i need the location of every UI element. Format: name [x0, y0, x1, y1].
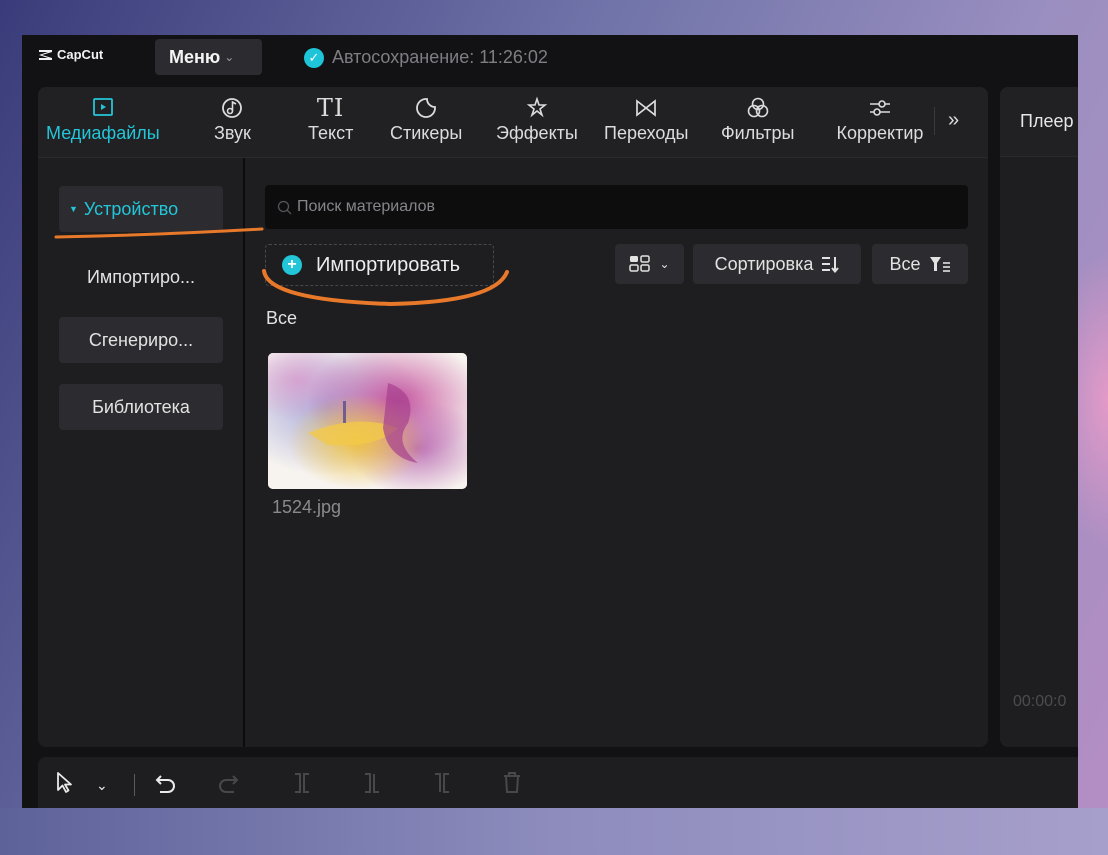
chevron-down-icon[interactable]: ⌄: [96, 777, 108, 794]
search-input[interactable]: Поиск материалов: [265, 185, 968, 229]
tab-adjust[interactable]: Корректир: [826, 93, 934, 144]
autosave-text: Автосохранение: 11:26:02: [332, 47, 548, 67]
plus-icon: +: [282, 255, 302, 275]
media-thumbnail[interactable]: [268, 353, 467, 489]
audio-icon: [220, 93, 244, 123]
caret-down-icon: ▼: [69, 204, 78, 214]
undo-icon[interactable]: [154, 771, 178, 801]
import-label: Импортировать: [316, 253, 461, 276]
tab-effects[interactable]: Эффекты: [496, 93, 578, 144]
filters-icon: [745, 93, 771, 123]
player-panel: Плеер 00:00:0: [1000, 87, 1078, 747]
tab-audio[interactable]: Звук: [214, 93, 251, 144]
media-file-name: 1524.jpg: [272, 497, 342, 517]
capcut-window: CapCut Меню ⌄ ✓ Автосохранение: 11:26:02…: [22, 35, 1078, 808]
player-header: Плеер: [1000, 87, 1078, 157]
player-timecode: 00:00:0: [1013, 693, 1067, 710]
delete-icon[interactable]: [500, 771, 524, 801]
transitions-icon: [633, 93, 659, 123]
sort-button[interactable]: Сортировка: [693, 244, 861, 284]
tab-label: Корректир: [836, 123, 924, 143]
tab-filters[interactable]: Фильтры: [721, 93, 794, 144]
tab-label: Текст: [308, 123, 354, 143]
sidebar-item-label: Импортиро...: [86, 266, 195, 287]
tab-label: Переходы: [604, 123, 689, 143]
search-icon: [277, 200, 292, 214]
import-button[interactable]: + Импортировать: [265, 244, 494, 286]
toolbar-divider: [134, 774, 135, 796]
watercolor-image: [268, 353, 467, 489]
sidebar-item-label: Устройство: [83, 198, 179, 219]
split-icon[interactable]: [290, 771, 314, 801]
tab-label: Стикеры: [390, 123, 463, 143]
text-icon: TI: [316, 94, 345, 122]
tab-media[interactable]: Медиафайлы: [46, 93, 160, 144]
tab-label: Медиафайлы: [46, 123, 160, 143]
section-label: Все: [266, 308, 298, 328]
player-title: Плеер: [1020, 111, 1074, 131]
sidebar-item-generated[interactable]: Сгенериро...: [59, 317, 223, 363]
sidebar-item-label: Сгенериро...: [88, 329, 194, 350]
app-logo: CapCut: [38, 47, 103, 62]
menu-button[interactable]: Меню ⌄: [155, 39, 262, 75]
view-mode-button[interactable]: ⌄: [615, 244, 684, 284]
sidebar-divider: [243, 158, 245, 747]
media-panel: Медиафайлы Звук TI Текст Стикеры Эффекты…: [38, 87, 988, 747]
sidebar-item-imported[interactable]: Импортиро...: [59, 254, 223, 300]
tab-label: Эффекты: [496, 123, 578, 143]
select-cursor-icon[interactable]: [54, 771, 76, 801]
more-tabs-icon[interactable]: »: [948, 109, 959, 132]
tabs-divider: [934, 107, 935, 135]
chevron-down-icon: ⌄: [224, 50, 235, 64]
check-icon: ✓: [304, 47, 324, 68]
redo-icon[interactable]: [216, 771, 240, 801]
desktop-background: [0, 808, 1108, 855]
tab-label: Звук: [214, 123, 251, 143]
sort-icon: [822, 257, 840, 273]
sidebar-item-device[interactable]: ▼ Устройство: [59, 186, 223, 232]
adjust-icon: [867, 93, 893, 123]
sidebar-item-library[interactable]: Библиотека: [59, 384, 223, 430]
filter-label: Все: [889, 253, 921, 274]
source-sidebar: ▼ Устройство Импортиро... Сгенериро... Б…: [38, 158, 243, 747]
filter-button[interactable]: Все: [872, 244, 968, 284]
media-icon: [88, 93, 118, 123]
sort-label: Сортировка: [714, 253, 814, 274]
effects-icon: [525, 93, 549, 123]
chevron-down-icon: ⌄: [659, 257, 670, 271]
timeline-toolbar: ⌄: [38, 757, 1078, 808]
search-placeholder: Поиск материалов: [297, 198, 436, 215]
capcut-logo-icon: [39, 49, 52, 60]
split-right-icon[interactable]: [430, 771, 454, 801]
title-bar: CapCut Меню ⌄ ✓ Автосохранение: 11:26:02: [22, 35, 1078, 81]
tab-text[interactable]: TI Текст: [308, 93, 353, 144]
sidebar-item-label: Библиотека: [92, 396, 190, 417]
app-name: CapCut: [57, 47, 104, 62]
filter-icon: [929, 257, 950, 272]
sticker-icon: [414, 93, 438, 123]
tab-stickers[interactable]: Стикеры: [390, 93, 462, 144]
menu-label: Меню: [169, 46, 221, 67]
grid-view-icon: [629, 255, 651, 272]
tab-transitions[interactable]: Переходы: [604, 93, 688, 144]
autosave-status: ✓ Автосохранение: 11:26:02: [304, 47, 548, 68]
split-left-icon[interactable]: [360, 771, 384, 801]
category-tabs: Медиафайлы Звук TI Текст Стикеры Эффекты…: [38, 87, 988, 157]
tab-label: Фильтры: [721, 123, 795, 143]
